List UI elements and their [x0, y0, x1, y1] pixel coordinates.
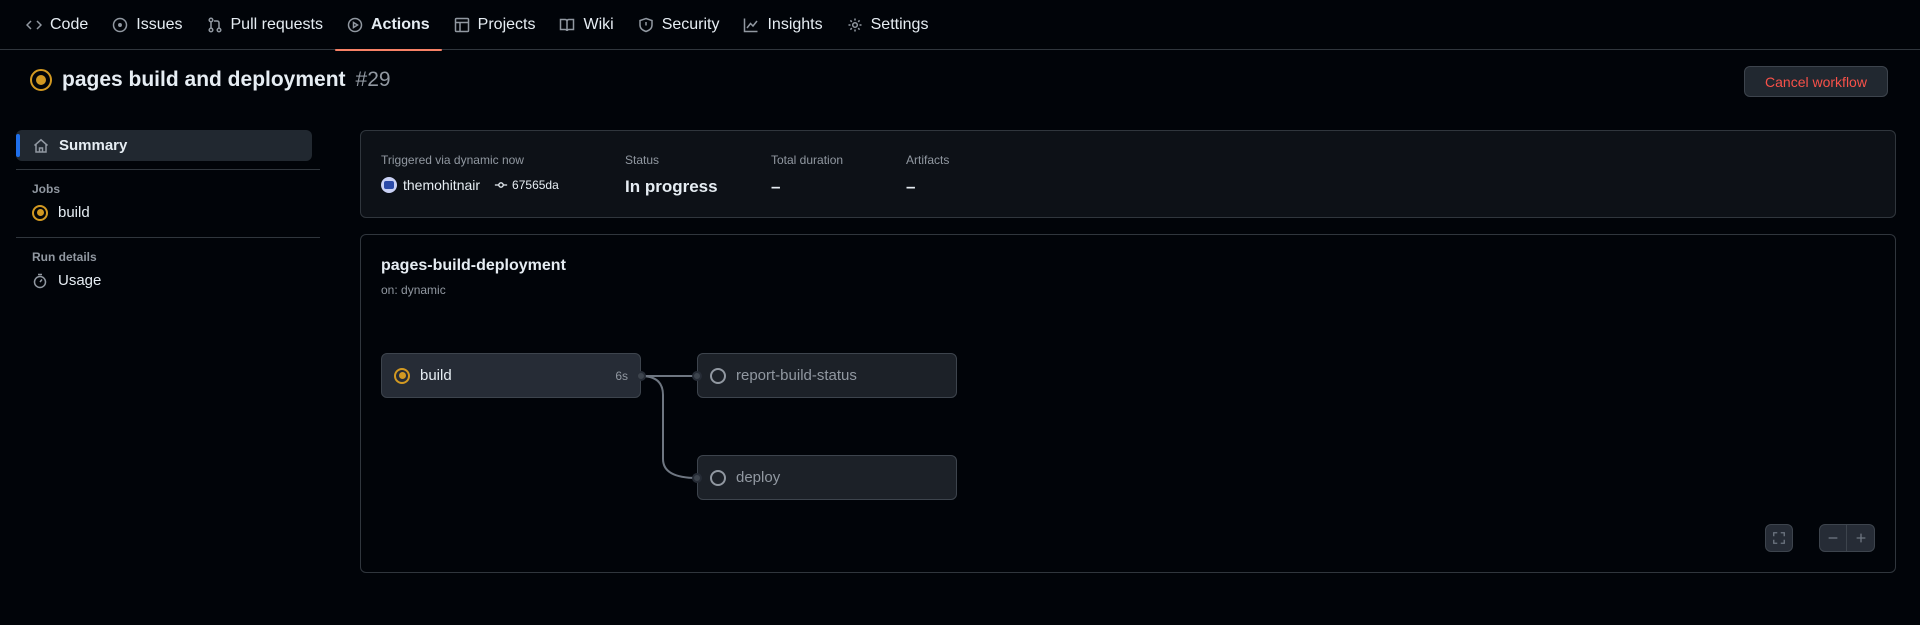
status-info: Status In progress	[625, 153, 718, 197]
fullscreen-button[interactable]	[1765, 524, 1793, 552]
repo-nav: Code Issues Pull requests Actions Projec…	[0, 0, 1920, 51]
connector-build-deploy	[640, 375, 698, 479]
run-header: pages build and deployment #29	[30, 68, 391, 92]
sidebar-heading-jobs: Jobs	[32, 182, 61, 196]
play-icon	[347, 17, 363, 33]
nav-tab-label: Pull requests	[230, 16, 324, 33]
nav-tab-actions[interactable]: Actions	[335, 0, 442, 51]
issue-icon	[113, 17, 128, 33]
run-summary-panel: Triggered via dynamic now themohitnair 6…	[360, 130, 1896, 218]
zoom-in-button[interactable]	[1847, 524, 1875, 552]
actor-link[interactable]: themohitnair	[403, 177, 480, 193]
trigger-actor-row: themohitnair 67565da	[381, 177, 559, 193]
fullscreen-icon	[1773, 532, 1785, 544]
job-output-port	[636, 371, 646, 381]
commit-icon	[494, 182, 508, 188]
workflow-name: pages-build-deployment	[381, 257, 566, 274]
duration-info: Total duration –	[771, 153, 843, 197]
job-node-label: build	[420, 367, 452, 384]
nav-tab-projects[interactable]: Projects	[442, 0, 548, 50]
pending-status-icon	[710, 367, 726, 384]
graph-icon	[744, 18, 759, 33]
nav-tab-label: Projects	[477, 16, 536, 33]
nav-tab-settings[interactable]: Settings	[835, 0, 941, 50]
nav-tab-label: Actions	[371, 16, 430, 33]
artifacts-label: Artifacts	[906, 153, 950, 167]
nav-tab-label: Security	[661, 16, 720, 33]
sidebar-item-label: Usage	[58, 272, 102, 289]
job-input-port	[692, 473, 702, 483]
job-node-report-build-status[interactable]: report-build-status	[697, 353, 957, 398]
job-node-deploy[interactable]: deploy	[697, 455, 957, 500]
nav-tab-issues[interactable]: Issues	[100, 0, 194, 50]
artifacts-info: Artifacts –	[906, 153, 949, 197]
job-node-label: report-build-status	[736, 367, 857, 384]
nav-tab-wiki[interactable]: Wiki	[547, 0, 625, 50]
nav-tab-label: Code	[50, 16, 89, 33]
run-number: #29	[355, 68, 391, 91]
sidebar-item-build-job[interactable]: build	[16, 196, 320, 229]
nav-tab-code[interactable]: Code	[14, 0, 100, 50]
home-icon	[34, 138, 48, 153]
zoom-out-button[interactable]	[1819, 524, 1847, 552]
sidebar-item-label: Summary	[59, 137, 128, 154]
minus-icon	[1828, 537, 1838, 539]
job-connectors	[640, 375, 698, 479]
workflow-trigger: on: dynamic	[381, 283, 446, 297]
nav-tab-label: Issues	[136, 16, 183, 33]
sidebar-heading-run-details: Run details	[32, 250, 97, 264]
nav-tab-insights[interactable]: Insights	[731, 0, 834, 50]
trigger-info: Triggered via dynamic now themohitnair 6…	[381, 153, 559, 193]
job-node-label: deploy	[736, 469, 781, 486]
status-value: In progress	[625, 177, 718, 196]
sidebar-item-label: build	[58, 204, 90, 221]
plus-icon	[1856, 533, 1865, 543]
code-icon	[26, 20, 42, 30]
cancel-workflow-button[interactable]: Cancel workflow	[1744, 66, 1888, 97]
sidebar-item-summary[interactable]: Summary	[16, 130, 312, 161]
duration-label: Total duration	[771, 153, 844, 167]
nav-tab-label: Settings	[870, 16, 929, 33]
in-progress-status-icon	[30, 69, 52, 91]
job-input-port	[692, 371, 702, 381]
avatar[interactable]	[381, 177, 397, 193]
sidebar-item-usage[interactable]: Usage	[16, 264, 320, 297]
nav-tab-pull-requests[interactable]: Pull requests	[195, 0, 336, 50]
trigger-label: Triggered via dynamic now	[381, 153, 524, 167]
zoom-button-group	[1819, 524, 1875, 552]
commit-link[interactable]: 67565da	[494, 178, 559, 192]
duration-value: –	[771, 177, 781, 196]
stopwatch-icon	[33, 273, 47, 288]
commit-sha: 67565da	[512, 178, 559, 192]
shield-icon	[638, 17, 653, 33]
run-sidebar: Summary Jobs build Run details Usage	[16, 130, 320, 297]
job-node-build[interactable]: build 6s	[381, 353, 641, 398]
workflow-graph-panel: pages-build-deployment on: dynamic build…	[360, 234, 1896, 573]
book-icon	[560, 18, 575, 32]
pending-status-icon	[710, 469, 726, 486]
nav-tab-label: Wiki	[583, 16, 614, 33]
gear-icon	[848, 18, 862, 32]
status-label: Status	[625, 153, 660, 167]
table-icon	[454, 17, 469, 33]
job-duration: 6s	[615, 368, 628, 383]
in-progress-status-icon	[32, 204, 48, 221]
nav-tab-label: Insights	[767, 16, 823, 33]
pull-request-icon	[207, 17, 222, 33]
artifacts-value: –	[906, 177, 916, 196]
graph-zoom-controls	[1765, 524, 1875, 552]
run-title: pages build and deployment	[62, 68, 346, 91]
nav-tab-security[interactable]: Security	[626, 0, 732, 50]
in-progress-status-icon	[394, 367, 410, 384]
